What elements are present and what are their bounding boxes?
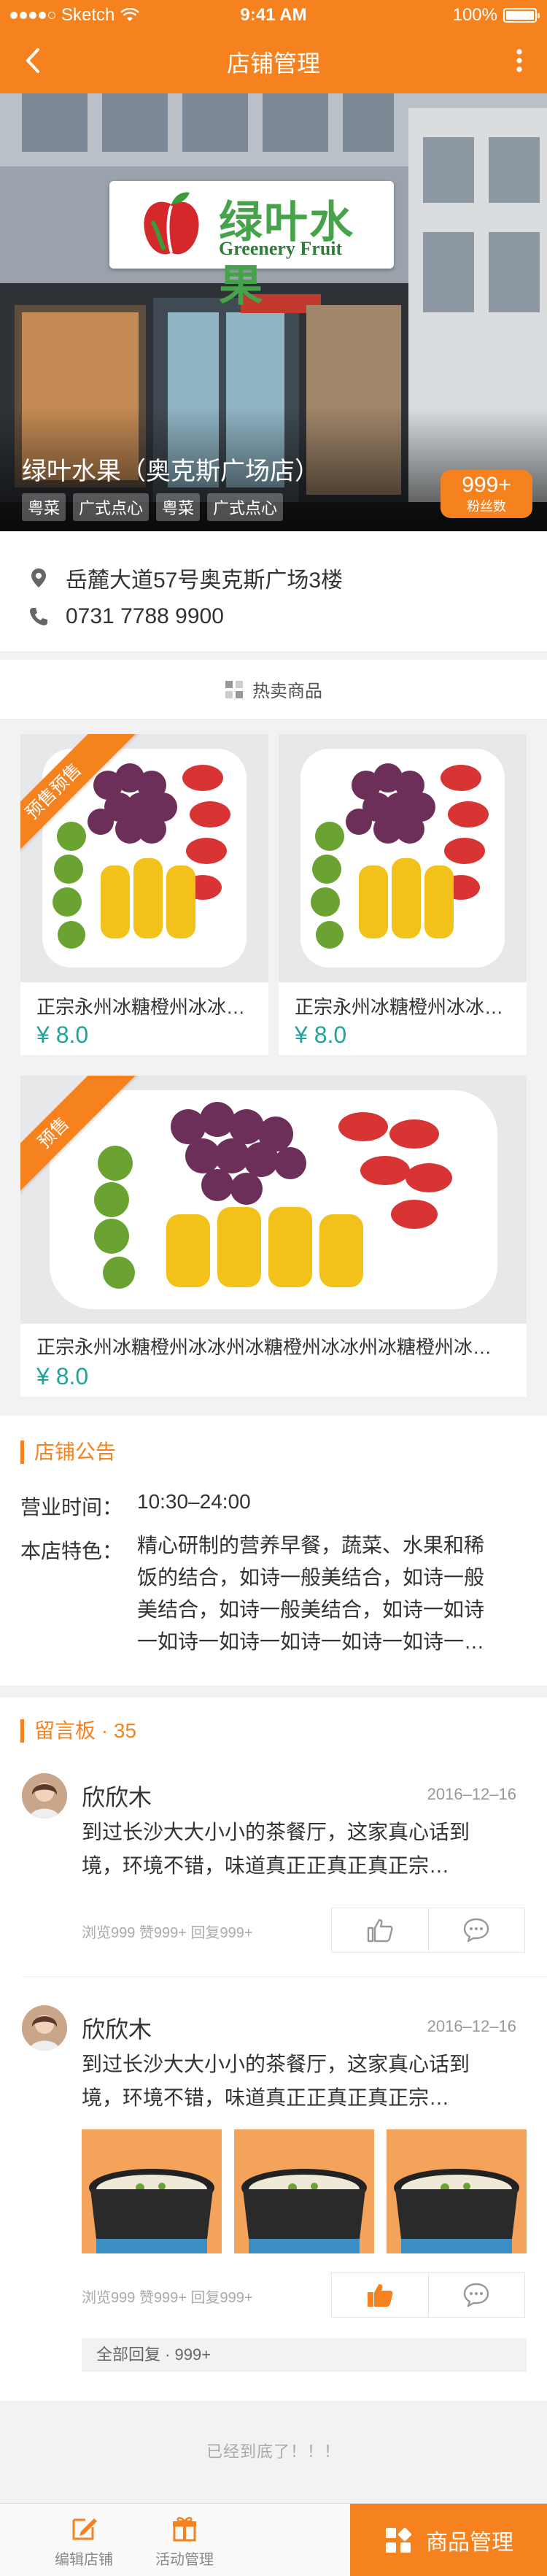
nav-bar: 店铺管理	[0, 29, 547, 93]
comment-text: 到过长沙大大小小的茶餐厅，这家真心话到 境，环境不错，味道真正正真正真正宗…	[82, 2048, 527, 2115]
phone-icon	[30, 608, 47, 625]
tab-label: 编辑店铺	[55, 2552, 113, 2568]
product-price: ¥ 8.0	[36, 1363, 89, 1389]
product-price: ¥ 8.0	[36, 1022, 89, 1048]
phone-text: 0731 7788 9900	[66, 604, 224, 628]
phone-row[interactable]: 0731 7788 9900	[28, 604, 224, 629]
grid-icon	[225, 680, 243, 698]
comment-line: 到过长沙大大小小的茶餐厅，这家真心话到	[82, 1821, 470, 1843]
store-tags: 粤菜 广式点心 粤菜 广式点心	[22, 493, 284, 521]
battery-label: 100%	[452, 5, 497, 25]
product-name: 正宗永州冰糖橙州冰冰州冰糖橙州冰冰州冰糖橙	[36, 996, 255, 1018]
product-card[interactable]: 预售预售 正宗永州冰糖橙州冰冰州冰糖橙州冰冰州冰糖橙 ¥ 8.0	[20, 734, 268, 1055]
tab-activity[interactable]: 活动管理	[144, 2504, 225, 2576]
store-name: 绿叶水果（奥克斯广场店）	[22, 458, 319, 485]
avatar[interactable]	[22, 1773, 67, 1819]
location-pin-icon	[31, 568, 46, 587]
more-vertical-icon[interactable]	[505, 42, 534, 79]
address-row[interactable]: 岳麓大道57号奥克斯广场3楼	[28, 562, 343, 594]
reply-button[interactable]	[427, 2273, 525, 2317]
chat-bubble-icon	[464, 1918, 489, 1943]
all-replies-link[interactable]: 全部回复 · 999+	[82, 2338, 527, 2372]
comment-photo[interactable]	[387, 2129, 527, 2253]
feature-line: 饭的结合，如诗一般美结合，如诗一般	[137, 1566, 485, 1589]
store-tag: 粤菜	[156, 493, 201, 521]
comment-actions	[331, 2272, 525, 2318]
fans-badge[interactable]: 999+ 粉丝数	[441, 470, 532, 518]
status-bar: Sketch 9:41 AM 100%	[0, 0, 547, 29]
comment-actions	[331, 1908, 525, 1953]
hot-products-header: 热卖商品	[0, 660, 547, 720]
product-card[interactable]: 预售 正宗永州冰糖橙州冰冰州冰糖橙州冰冰州冰糖橙州冰冰州冰糖橙州冰冰 ¥ 8.0	[20, 1076, 527, 1397]
commenter-name: 欣欣木	[82, 1784, 152, 1810]
battery-icon	[503, 8, 540, 23]
avatar[interactable]	[22, 2005, 67, 2051]
product-grid: 预售预售 正宗永州冰糖橙州冰冰州冰糖橙州冰冰州冰糖橙 ¥ 8.0 正宗永州冰糖橙…	[0, 720, 547, 1397]
like-button[interactable]	[332, 1908, 428, 1952]
reply-button[interactable]	[427, 1908, 525, 1952]
feature-label: 本店特色：	[20, 1540, 123, 1562]
hours-value: 10:30–24:00	[137, 1490, 251, 1513]
comment-date: 2016–12–16	[427, 1785, 516, 1803]
comment-date: 2016–12–16	[427, 2017, 516, 2035]
hot-products-label: 热卖商品	[252, 682, 322, 701]
address-text: 岳麓大道57号奥克斯广场3楼	[66, 568, 344, 593]
grid-apps-icon	[386, 2527, 412, 2553]
product-price: ¥ 8.0	[295, 1022, 347, 1048]
goods-management-label: 商品管理	[426, 2531, 513, 2555]
like-button[interactable]	[332, 2273, 428, 2317]
feature-line: 美结合，如诗一般美结合，如诗一如诗	[137, 1598, 485, 1621]
comment-line: 境，环境不错，味道真正正真正真正宗…	[82, 1854, 450, 1877]
feature-line: 一如诗一如诗一如诗一如诗一如诗一…	[137, 1630, 485, 1653]
message-board: 留言板 · 35 欣欣木 2016–12–16 到过长沙大大小小的茶餐厅，这家真…	[0, 1697, 547, 2401]
comment-line: 到过长沙大大小小的茶餐厅，这家真心话到	[82, 2053, 470, 2075]
product-card[interactable]: 正宗永州冰糖橙州冰冰州冰糖橙州冰冰州冰糖橙 ¥ 8.0	[279, 734, 527, 1055]
comment-divider	[22, 1976, 547, 1977]
battery-group: 100%	[452, 5, 540, 26]
fans-label: 粉丝数	[467, 499, 506, 514]
store-tag: 广式点心	[73, 493, 150, 521]
bottom-tab-bar: 编辑店铺 活动管理 商品管理	[0, 2503, 547, 2576]
product-image	[279, 734, 527, 982]
store-cover: 绿叶水果 Greenery Fruit 绿叶水果（奥克斯广场店） 粤菜 广式点心…	[0, 93, 547, 531]
thumbs-up-icon	[367, 1918, 393, 1943]
tab-label: 活动管理	[155, 2552, 214, 2568]
feature-text: 精心研制的营养早餐，蔬菜、水果和稀 饭的结合，如诗一般美结合，如诗一般 美结合，…	[137, 1530, 531, 1658]
product-name: 正宗永州冰糖橙州冰冰州冰糖橙州冰冰州冰糖橙州冰冰州冰糖橙州冰冰	[36, 1336, 511, 1358]
tab-edit-store[interactable]: 编辑店铺	[44, 2504, 124, 2576]
store-tag: 广式点心	[207, 493, 284, 521]
store-tag: 粤菜	[22, 493, 66, 521]
store-info: 岳麓大道57号奥克斯广场3楼 0731 7788 9900	[0, 531, 547, 652]
product-image: 预售预售	[20, 734, 268, 982]
hours-label: 营业时间：	[20, 1496, 123, 1519]
commenter-name: 欣欣木	[82, 2016, 152, 2043]
comment-photos	[82, 2129, 527, 2253]
comment-line: 境，环境不错，味道真正正真正真正宗…	[82, 2086, 450, 2109]
message-board-title: 留言板 · 35	[20, 1719, 136, 1743]
comment-stats: 浏览999 赞999+ 回复999+	[82, 1925, 253, 1941]
product-image: 预售	[20, 1076, 527, 1324]
store-notice: 店铺公告 营业时间： 10:30–24:00 本店特色： 精心研制的营养早餐，蔬…	[0, 1416, 547, 1686]
comment-photo[interactable]	[234, 2129, 374, 2253]
thumbs-up-filled-icon	[367, 2284, 393, 2307]
notice-title: 店铺公告	[20, 1441, 116, 1464]
fans-count: 999+	[462, 473, 511, 497]
feature-line: 精心研制的营养早餐，蔬菜、水果和稀	[137, 1534, 485, 1557]
product-name: 正宗永州冰糖橙州冰冰州冰糖橙州冰冰州冰糖橙	[295, 996, 513, 1018]
end-of-list-message: 已经到底了！！！	[206, 2442, 341, 2461]
fruit-plate-image	[279, 734, 527, 982]
edit-icon	[72, 2518, 97, 2540]
comment-text: 到过长沙大大小小的茶餐厅，这家真心话到 境，环境不错，味道真正正真正真正宗…	[82, 1816, 527, 1883]
goods-management-button[interactable]: 商品管理	[350, 2504, 547, 2576]
comment-stats: 浏览999 赞999+ 回复999+	[82, 2290, 253, 2306]
comment-photo[interactable]	[82, 2129, 222, 2253]
sign-english-text: Greenery Fruit	[219, 238, 343, 259]
chat-bubble-icon	[464, 2283, 489, 2307]
page-title: 店铺管理	[226, 50, 320, 77]
gift-icon	[173, 2517, 196, 2542]
apple-logo-icon	[144, 192, 199, 255]
store-sign: 绿叶水果 Greenery Fruit	[109, 181, 394, 312]
